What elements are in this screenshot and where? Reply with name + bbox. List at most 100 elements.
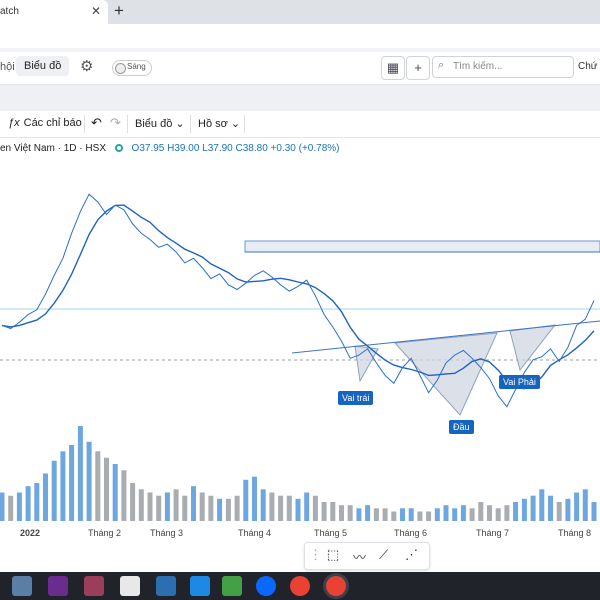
polyline-tool-icon[interactable]: 〰 — [353, 547, 366, 566]
annotation-right-shoulder[interactable]: Vai Phải — [499, 375, 540, 389]
volume-bar — [112, 464, 118, 521]
volume-bar — [417, 511, 423, 521]
volume-bar — [25, 486, 31, 521]
taskbar-app-icon[interactable] — [190, 576, 210, 596]
volume-bar — [373, 508, 379, 521]
volume-bar — [304, 492, 310, 521]
nav-item-partial[interactable]: hội — [0, 61, 15, 73]
taskbar-app-icon[interactable] — [84, 576, 104, 596]
taskbar-app-icon[interactable] — [222, 576, 242, 596]
volume-bar — [565, 498, 571, 521]
undo-icon[interactable]: ↶ — [91, 115, 102, 131]
profile-dropdown[interactable]: Hồ sơ ⌄ — [198, 117, 240, 130]
volume-bar — [443, 505, 449, 521]
volume-bar — [77, 426, 83, 521]
volume-bar — [269, 492, 275, 521]
volume-bar — [95, 451, 101, 521]
volume-bar — [460, 505, 466, 521]
volume-bar — [521, 498, 527, 521]
volume-bar — [504, 505, 510, 521]
volume-bar — [182, 495, 188, 521]
volume-bar — [16, 492, 22, 521]
volume-bar — [548, 495, 553, 521]
volume-bar — [408, 508, 414, 521]
volume-bar — [130, 483, 136, 521]
right-shoulder-zone[interactable] — [509, 324, 557, 372]
x-tick-label: Tháng 4 — [238, 528, 272, 538]
close-icon[interactable]: ✕ — [91, 4, 101, 18]
theme-toggle[interactable]: Sáng — [112, 60, 152, 76]
annotation-left-shoulder[interactable]: Vai trái — [338, 391, 374, 405]
taskbar-app-icon[interactable] — [120, 576, 140, 596]
search-icon: ⌕ — [438, 59, 445, 71]
volume-bar — [121, 470, 127, 521]
divider — [244, 115, 245, 133]
volume-bar — [321, 502, 327, 521]
nav-item-stock[interactable]: Chứ — [578, 61, 597, 72]
volume-bar — [495, 508, 501, 521]
volume-bar — [252, 476, 257, 521]
volume-bar — [426, 511, 432, 521]
x-tick-label: Tháng 5 — [314, 528, 348, 538]
volume-bar — [513, 502, 519, 521]
function-icon: ƒx — [8, 117, 20, 129]
volume-bar — [347, 505, 353, 521]
volume-bar — [243, 479, 249, 521]
volume-bar — [225, 498, 231, 521]
x-tick-label: Tháng 6 — [394, 528, 428, 538]
browser-icon-active[interactable] — [326, 576, 346, 596]
chart-type-dropdown[interactable]: Biểu đồ ⌄ — [135, 117, 185, 130]
volume-bar — [400, 508, 405, 521]
rectangle-tool-icon[interactable]: ⬚ — [327, 547, 339, 563]
volume-bar — [391, 511, 397, 521]
annotation-head[interactable]: Đầu — [449, 420, 474, 434]
chevron-down-icon: ⌄ — [230, 118, 241, 130]
new-tab-button[interactable]: + — [114, 1, 124, 21]
volume-bar — [382, 508, 388, 521]
volume-bar — [156, 495, 162, 521]
browser-icon[interactable] — [290, 576, 310, 596]
browser-tab-strip: atch ✕ + — [0, 0, 600, 24]
resistance-zone[interactable] — [244, 240, 600, 253]
tab-title: atch — [0, 6, 19, 17]
volume-bar — [260, 489, 266, 521]
volume-bar — [104, 457, 109, 521]
address-bar[interactable] — [0, 24, 600, 48]
taskbar-app-icon[interactable] — [48, 576, 68, 596]
volume-bar — [286, 495, 292, 521]
x-tick-label: Tháng 8 — [558, 528, 592, 538]
volume-bar — [487, 505, 492, 521]
nav-item-chart[interactable]: Biểu đồ — [16, 56, 70, 76]
volume-bar — [539, 489, 545, 521]
volume-bar — [173, 489, 179, 521]
x-tick-label: Tháng 7 — [476, 528, 510, 538]
gear-icon[interactable]: ⚙ — [80, 57, 93, 75]
price-chart[interactable] — [0, 137, 600, 522]
volume-bar — [469, 508, 475, 521]
search-input[interactable]: ⌕ Tìm kiếm... — [432, 56, 574, 78]
app-toolbar: hội Biểu đồ ⚙ Sáng ▦ + ⌕ Tìm kiếm... Chứ — [0, 52, 600, 85]
divider — [190, 115, 191, 133]
volume-bar — [574, 492, 580, 521]
volume-bar — [60, 451, 66, 521]
volume-bar — [582, 489, 588, 521]
volume-bar — [0, 492, 5, 521]
taskbar-app-icon[interactable] — [12, 576, 32, 596]
browser-tab[interactable]: atch ✕ — [0, 0, 108, 24]
divider — [84, 115, 85, 133]
grid-layout-button[interactable]: ▦ — [381, 56, 405, 80]
volume-bar — [312, 495, 318, 521]
taskbar-app-icon[interactable] — [256, 576, 276, 596]
volume-bar — [51, 460, 57, 521]
trendline-tool-icon[interactable]: ⟋ — [379, 547, 388, 563]
taskbar-app-icon[interactable] — [156, 576, 176, 596]
pattern-tool-icon[interactable]: ⋰ — [405, 547, 418, 563]
add-button[interactable]: + — [406, 56, 430, 80]
indicators-button[interactable]: ƒx Các chỉ báo — [8, 117, 82, 129]
os-taskbar — [0, 572, 600, 600]
redo-icon[interactable]: ↷ — [110, 115, 121, 131]
volume-bar — [295, 498, 301, 521]
volume-bar — [452, 508, 458, 521]
volume-bar — [556, 502, 562, 521]
chart-toolbar: ƒx Các chỉ báo ↶ ↷ Biểu đồ ⌄ Hồ sơ ⌄ — [0, 111, 600, 138]
